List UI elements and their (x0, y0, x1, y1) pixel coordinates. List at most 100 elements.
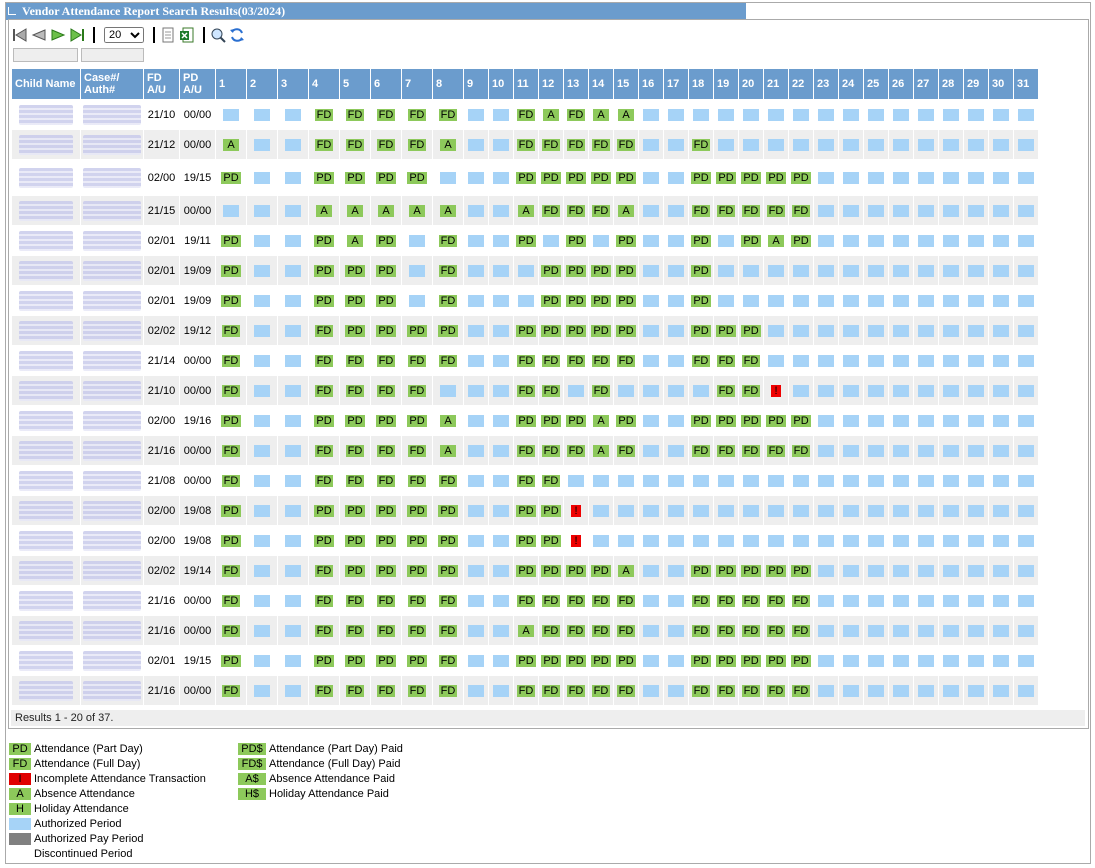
attendance-cell[interactable] (643, 594, 659, 607)
attendance-cell[interactable]: PD (566, 234, 586, 247)
attendance-cell[interactable] (893, 324, 909, 337)
attendance-cell[interactable] (493, 354, 509, 367)
attendance-cell[interactable] (993, 138, 1009, 151)
attendance-cell[interactable]: PD (691, 234, 711, 247)
attendance-cell[interactable]: FD (221, 624, 241, 637)
table-row[interactable]: 21/12 00/00 A FD FD FD FD A FD FD FD FD FD FD (12, 130, 1038, 159)
attendance-cell[interactable]: FD (741, 624, 761, 637)
attendance-cell[interactable]: FD (716, 354, 736, 367)
attendance-cell[interactable]: FD (616, 444, 636, 457)
attendance-cell[interactable]: PD (691, 564, 711, 577)
attendance-cell[interactable]: FD (407, 354, 427, 367)
attendance-cell[interactable]: PD (376, 534, 396, 547)
attendance-cell[interactable] (843, 234, 859, 247)
next-page-icon[interactable] (50, 27, 66, 43)
attendance-cell[interactable] (918, 684, 934, 697)
attendance-cell[interactable] (893, 594, 909, 607)
attendance-cell[interactable] (643, 171, 659, 184)
attendance-cell[interactable] (743, 474, 759, 487)
attendance-cell[interactable] (285, 204, 301, 217)
attendance-cell[interactable] (285, 171, 301, 184)
attendance-cell[interactable] (993, 684, 1009, 697)
attendance-cell[interactable] (943, 564, 959, 577)
column-header-case-auth[interactable]: Case#/ Auth# (81, 69, 143, 99)
attendance-cell[interactable] (254, 474, 270, 487)
attendance-cell[interactable]: FD (376, 108, 396, 121)
attendance-cell[interactable]: PD (716, 324, 736, 337)
attendance-cell[interactable]: PD (616, 264, 636, 277)
attendance-cell[interactable] (893, 294, 909, 307)
attendance-cell[interactable]: PD (516, 504, 536, 517)
attendance-cell[interactable] (868, 108, 884, 121)
table-row[interactable]: 21/16 00/00 FD FD FD FD FD FD A FD FD FD FD FD FD FD FD F… (12, 616, 1038, 645)
attendance-cell[interactable]: FD (221, 384, 241, 397)
attendance-cell[interactable] (285, 624, 301, 637)
attendance-cell[interactable]: FD (345, 594, 365, 607)
attendance-cell[interactable]: PD (376, 171, 396, 184)
attendance-cell[interactable] (818, 204, 834, 217)
attendance-cell[interactable] (918, 624, 934, 637)
excel-export-icon[interactable] (179, 27, 195, 43)
attendance-cell[interactable] (868, 171, 884, 184)
attendance-cell[interactable] (868, 234, 884, 247)
attendance-cell[interactable]: PD (345, 171, 365, 184)
attendance-cell[interactable] (768, 264, 784, 277)
attendance-cell[interactable] (409, 234, 425, 247)
attendance-cell[interactable] (743, 264, 759, 277)
attendance-cell[interactable]: FD (691, 204, 711, 217)
attendance-cell[interactable]: FD (314, 384, 334, 397)
document-icon[interactable] (160, 27, 176, 43)
attendance-cell[interactable]: FD (566, 444, 586, 457)
first-page-icon[interactable] (12, 27, 28, 43)
attendance-cell[interactable]: FD (314, 138, 334, 151)
attendance-cell[interactable]: FD (407, 384, 427, 397)
attendance-cell[interactable]: FD (766, 204, 786, 217)
table-row[interactable]: 02/01 19/09 PD PD PD PD FD PD PD PD PD PD (12, 256, 1038, 285)
attendance-cell[interactable] (993, 294, 1009, 307)
attendance-cell[interactable]: PD (221, 504, 241, 517)
attendance-cell[interactable] (285, 234, 301, 247)
attendance-cell[interactable]: FD (716, 384, 736, 397)
attendance-cell[interactable]: FD (516, 108, 536, 121)
attendance-cell[interactable] (643, 138, 659, 151)
attendance-cell[interactable]: PD (541, 504, 561, 517)
attendance-cell[interactable] (254, 654, 270, 667)
attendance-cell[interactable]: FD (566, 594, 586, 607)
attendance-cell[interactable]: FD (345, 384, 365, 397)
attendance-cell[interactable]: PD (376, 564, 396, 577)
attendance-cell[interactable] (440, 384, 456, 397)
attendance-cell[interactable]: FD (345, 624, 365, 637)
attendance-cell[interactable]: FD (616, 594, 636, 607)
attendance-cell[interactable] (893, 444, 909, 457)
attendance-cell[interactable] (818, 384, 834, 397)
attendance-cell[interactable] (643, 234, 659, 247)
attendance-cell[interactable]: FD (438, 234, 458, 247)
attendance-cell[interactable] (1018, 171, 1034, 184)
table-row[interactable]: 21/16 00/00 FD FD FD FD FD FD FD FD FD FD FD FD FD FD FD… (12, 676, 1038, 705)
attendance-cell[interactable] (493, 204, 509, 217)
attendance-cell[interactable] (1018, 564, 1034, 577)
attendance-cell[interactable]: FD (438, 108, 458, 121)
attendance-cell[interactable]: PD (314, 171, 334, 184)
attendance-cell[interactable]: PD (691, 171, 711, 184)
attendance-cell[interactable] (668, 108, 684, 121)
attendance-cell[interactable] (968, 624, 984, 637)
attendance-cell[interactable]: PD (591, 294, 611, 307)
attendance-cell[interactable] (993, 654, 1009, 667)
attendance-cell[interactable] (468, 654, 484, 667)
attendance-cell[interactable] (693, 534, 709, 547)
attendance-cell[interactable] (285, 414, 301, 427)
attendance-cell[interactable] (493, 294, 509, 307)
attendance-cell[interactable] (893, 171, 909, 184)
attendance-cell[interactable]: A (618, 108, 634, 121)
table-row[interactable]: 02/01 19/09 PD PD PD PD FD PD PD PD PD PD (12, 286, 1038, 315)
attendance-cell[interactable]: FD (221, 354, 241, 367)
attendance-cell[interactable]: PD (616, 171, 636, 184)
attendance-cell[interactable] (409, 294, 425, 307)
attendance-cell[interactable] (1018, 234, 1034, 247)
attendance-cell[interactable]: FD (314, 594, 334, 607)
attendance-cell[interactable] (668, 654, 684, 667)
attendance-cell[interactable]: PD (221, 294, 241, 307)
attendance-cell[interactable] (285, 294, 301, 307)
attendance-cell[interactable] (918, 504, 934, 517)
